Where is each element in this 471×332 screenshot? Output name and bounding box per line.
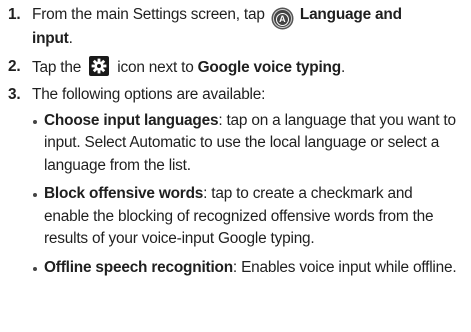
- step-text: The following options are available:: [32, 86, 266, 103]
- punctuation: .: [340, 58, 346, 76]
- option-desc: input. Select Automatic to use the local…: [44, 134, 440, 151]
- icon-letter: A: [275, 13, 289, 26]
- step-text: Tap the: [32, 58, 82, 76]
- punctuation: .: [68, 30, 73, 47]
- step-number: 3.: [8, 86, 21, 103]
- option-term: Choose input languages: [44, 111, 219, 129]
- option-desc: : tap on a language that you want to: [218, 111, 456, 129]
- step-2: 2. Tap the icon next to Google voice typ…: [0, 55, 471, 80]
- instruction-steps: 1. From the main Settings screen, tap A …: [0, 4, 471, 285]
- language-and-input-label: Language and: [299, 6, 402, 23]
- google-voice-typing-label: Google voice typing: [197, 58, 341, 76]
- list-item: Choose input languages: tap on a languag…: [32, 110, 471, 178]
- option-desc: results of your voice-input Google typin…: [44, 230, 315, 247]
- step-number: 1.: [8, 6, 21, 23]
- option-desc: enable the blocking of recognized offens…: [44, 207, 434, 225]
- option-desc: : Enables voice input while offline.: [232, 258, 457, 276]
- language-and-input-label-cont: input: [32, 30, 69, 47]
- options-list: Choose input languages: tap on a languag…: [32, 110, 471, 280]
- step-text: From the main Settings screen, tap: [32, 6, 265, 23]
- option-term: Block offensive words: [44, 185, 204, 202]
- list-item: Offline speech recognition: Enables voic…: [32, 257, 471, 280]
- list-item: Block offensive words: tap to create a c…: [32, 183, 471, 251]
- step-3: 3. The following options are available: …: [0, 84, 471, 279]
- option-desc: : tap to create a checkmark and: [203, 185, 413, 202]
- option-term: Offline speech recognition: [44, 258, 233, 276]
- option-desc: language from the list.: [44, 156, 191, 174]
- step-1: 1. From the main Settings screen, tap A …: [0, 4, 471, 51]
- step-text: icon next to: [117, 58, 194, 76]
- step-number: 2.: [8, 57, 21, 75]
- accessibility-a-icon: A: [272, 9, 292, 28]
- gear-icon: [89, 55, 110, 76]
